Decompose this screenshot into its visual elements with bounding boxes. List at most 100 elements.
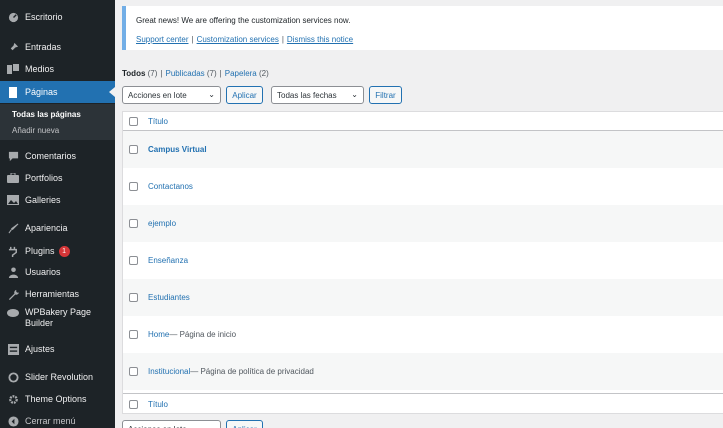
menu-item-apariencia[interactable]: Apariencia: [0, 217, 115, 239]
portfolio-icon: [3, 173, 23, 183]
menu-label: Entradas: [25, 42, 62, 52]
page-state-label: — Página de inicio: [169, 330, 237, 339]
view-all[interactable]: Todos (7): [122, 69, 157, 78]
wpbakery-icon: [3, 308, 23, 317]
page-title-link[interactable]: Contactanos: [148, 182, 193, 191]
table-row: ejemplo: [123, 205, 723, 242]
apply-button-bottom[interactable]: Aplicar: [226, 420, 263, 428]
select-all-checkbox-footer[interactable]: [129, 399, 138, 409]
status-views: Todos (7) | Publicadas (7) | Papelera (2): [122, 69, 269, 78]
submenu-anadir-nueva[interactable]: Añadir nueva: [12, 126, 59, 135]
brush-icon: [3, 223, 23, 234]
customization-notice: Great news! We are offering the customiz…: [122, 6, 723, 50]
title-column-header[interactable]: Título: [148, 117, 168, 126]
paginas-submenu: Todas las páginas Añadir nueva: [0, 104, 115, 140]
dashboard-icon: [3, 12, 23, 23]
menu-item-paginas[interactable]: Páginas: [0, 81, 115, 103]
media-icon: [3, 63, 23, 75]
menu-label: Usuarios: [25, 267, 61, 277]
row-checkbox[interactable]: [129, 182, 138, 191]
view-trash[interactable]: Papelera (2): [225, 69, 269, 78]
menu-label: Escritorio: [25, 12, 63, 22]
collapse-icon: [3, 415, 23, 427]
table-row: Estudiantes: [123, 279, 723, 316]
row-checkbox[interactable]: [129, 145, 138, 154]
menu-item-ajustes[interactable]: Ajustes: [0, 338, 115, 360]
filter-button[interactable]: Filtrar: [369, 86, 402, 104]
plugins-update-badge: 1: [58, 245, 70, 257]
menu-item-escritorio[interactable]: Escritorio: [0, 6, 115, 28]
dismiss-notice-link[interactable]: Dismiss this notice: [287, 35, 353, 44]
menu-label: WPBakery Page Builder: [25, 307, 92, 328]
settings-icon: [3, 343, 23, 355]
page-title-link[interactable]: Enseñanza: [148, 256, 188, 265]
table-footer: Título: [123, 393, 723, 414]
gear-icon: [3, 394, 23, 405]
row-checkbox[interactable]: [129, 367, 138, 376]
menu-item-portfolios[interactable]: Portfolios: [0, 167, 115, 189]
menu-item-comentarios[interactable]: Comentarios: [0, 145, 115, 167]
submenu-todas-las-paginas[interactable]: Todas las páginas: [12, 110, 81, 119]
menu-item-slider-revolution[interactable]: Slider Revolution: [0, 366, 115, 388]
menu-label: Comentarios: [25, 151, 77, 161]
page-state-label: — Página de política de privacidad: [190, 367, 314, 376]
menu-item-herramientas[interactable]: Herramientas: [0, 283, 115, 305]
notice-message: Great news! We are offering the customiz…: [136, 16, 351, 25]
plugin-icon: [3, 246, 23, 257]
bulk-actions-select-bottom[interactable]: Acciones en lote: [122, 420, 221, 428]
page-icon: [3, 86, 23, 98]
page-title-link[interactable]: ejemplo: [148, 219, 176, 228]
date-filter-value: Todas las fechas: [277, 90, 337, 100]
row-checkbox[interactable]: [129, 219, 138, 228]
chevron-down-icon: ⌄: [351, 90, 358, 99]
select-all-checkbox[interactable]: [129, 116, 138, 126]
menu-label: Ajustes: [25, 344, 55, 354]
menu-item-wpbakery[interactable]: WPBakery Page Builder: [0, 305, 115, 335]
page-title-link[interactable]: Campus Virtual: [148, 145, 207, 154]
menu-item-usuarios[interactable]: Usuarios: [0, 261, 115, 283]
pin-icon: [3, 42, 23, 53]
bulk-actions-select[interactable]: Acciones en lote ⌄: [122, 86, 221, 104]
customization-services-link[interactable]: Customization services: [197, 35, 279, 44]
menu-label: Plugins: [25, 246, 55, 256]
notice-links: Support center | Customization services | Di…: [136, 35, 354, 44]
bulk-actions-value-bottom: Acciones en lote: [128, 425, 187, 428]
comment-icon: [3, 151, 23, 162]
menu-label: Galleries: [25, 195, 61, 205]
menu-label: Cerrar menú: [25, 416, 76, 426]
table-row: Institucional — Página de política de pr…: [123, 353, 723, 390]
menu-item-plugins[interactable]: Plugins 1: [0, 240, 115, 262]
menu-label: Portfolios: [25, 173, 63, 183]
wrench-icon: [3, 289, 23, 300]
view-published[interactable]: Publicadas (7): [166, 69, 217, 78]
menu-item-galleries[interactable]: Galleries: [0, 189, 115, 211]
menu-label: Theme Options: [25, 394, 87, 404]
menu-item-entradas[interactable]: Entradas: [0, 36, 115, 58]
page-title-link[interactable]: Estudiantes: [148, 293, 190, 302]
page-title-link[interactable]: Institucional: [148, 367, 190, 376]
menu-label: Medios: [25, 64, 55, 74]
table-row: Enseñanza: [123, 242, 723, 279]
menu-item-theme-options[interactable]: Theme Options: [0, 388, 115, 410]
table-header: Título: [123, 112, 723, 131]
row-checkbox[interactable]: [129, 330, 138, 339]
date-filter-select[interactable]: Todas las fechas ⌄: [271, 86, 364, 104]
menu-item-medios[interactable]: Medios: [0, 58, 115, 80]
chevron-down-icon: ⌄: [208, 90, 215, 99]
title-column-footer[interactable]: Título: [148, 400, 168, 409]
menu-label: Slider Revolution: [25, 372, 94, 382]
menu-label: Páginas: [25, 87, 58, 97]
users-icon: [3, 266, 23, 278]
apply-button[interactable]: Aplicar: [226, 86, 263, 104]
page-title-link[interactable]: Home: [148, 330, 169, 339]
row-checkbox[interactable]: [129, 256, 138, 265]
table-row: Contactanos: [123, 168, 723, 205]
row-checkbox[interactable]: [129, 293, 138, 302]
menu-item-cerrar-menu[interactable]: Cerrar menú: [0, 410, 115, 428]
support-center-link[interactable]: Support center: [136, 35, 188, 44]
admin-sidebar: Escritorio Entradas Medios Páginas Todas…: [0, 0, 115, 428]
bulk-actions-value: Acciones en lote: [128, 90, 187, 100]
pages-table: Título Campus Virtual Contactanos ejempl…: [122, 111, 723, 414]
gallery-icon: [3, 195, 23, 205]
table-row: Campus Virtual: [123, 131, 723, 168]
